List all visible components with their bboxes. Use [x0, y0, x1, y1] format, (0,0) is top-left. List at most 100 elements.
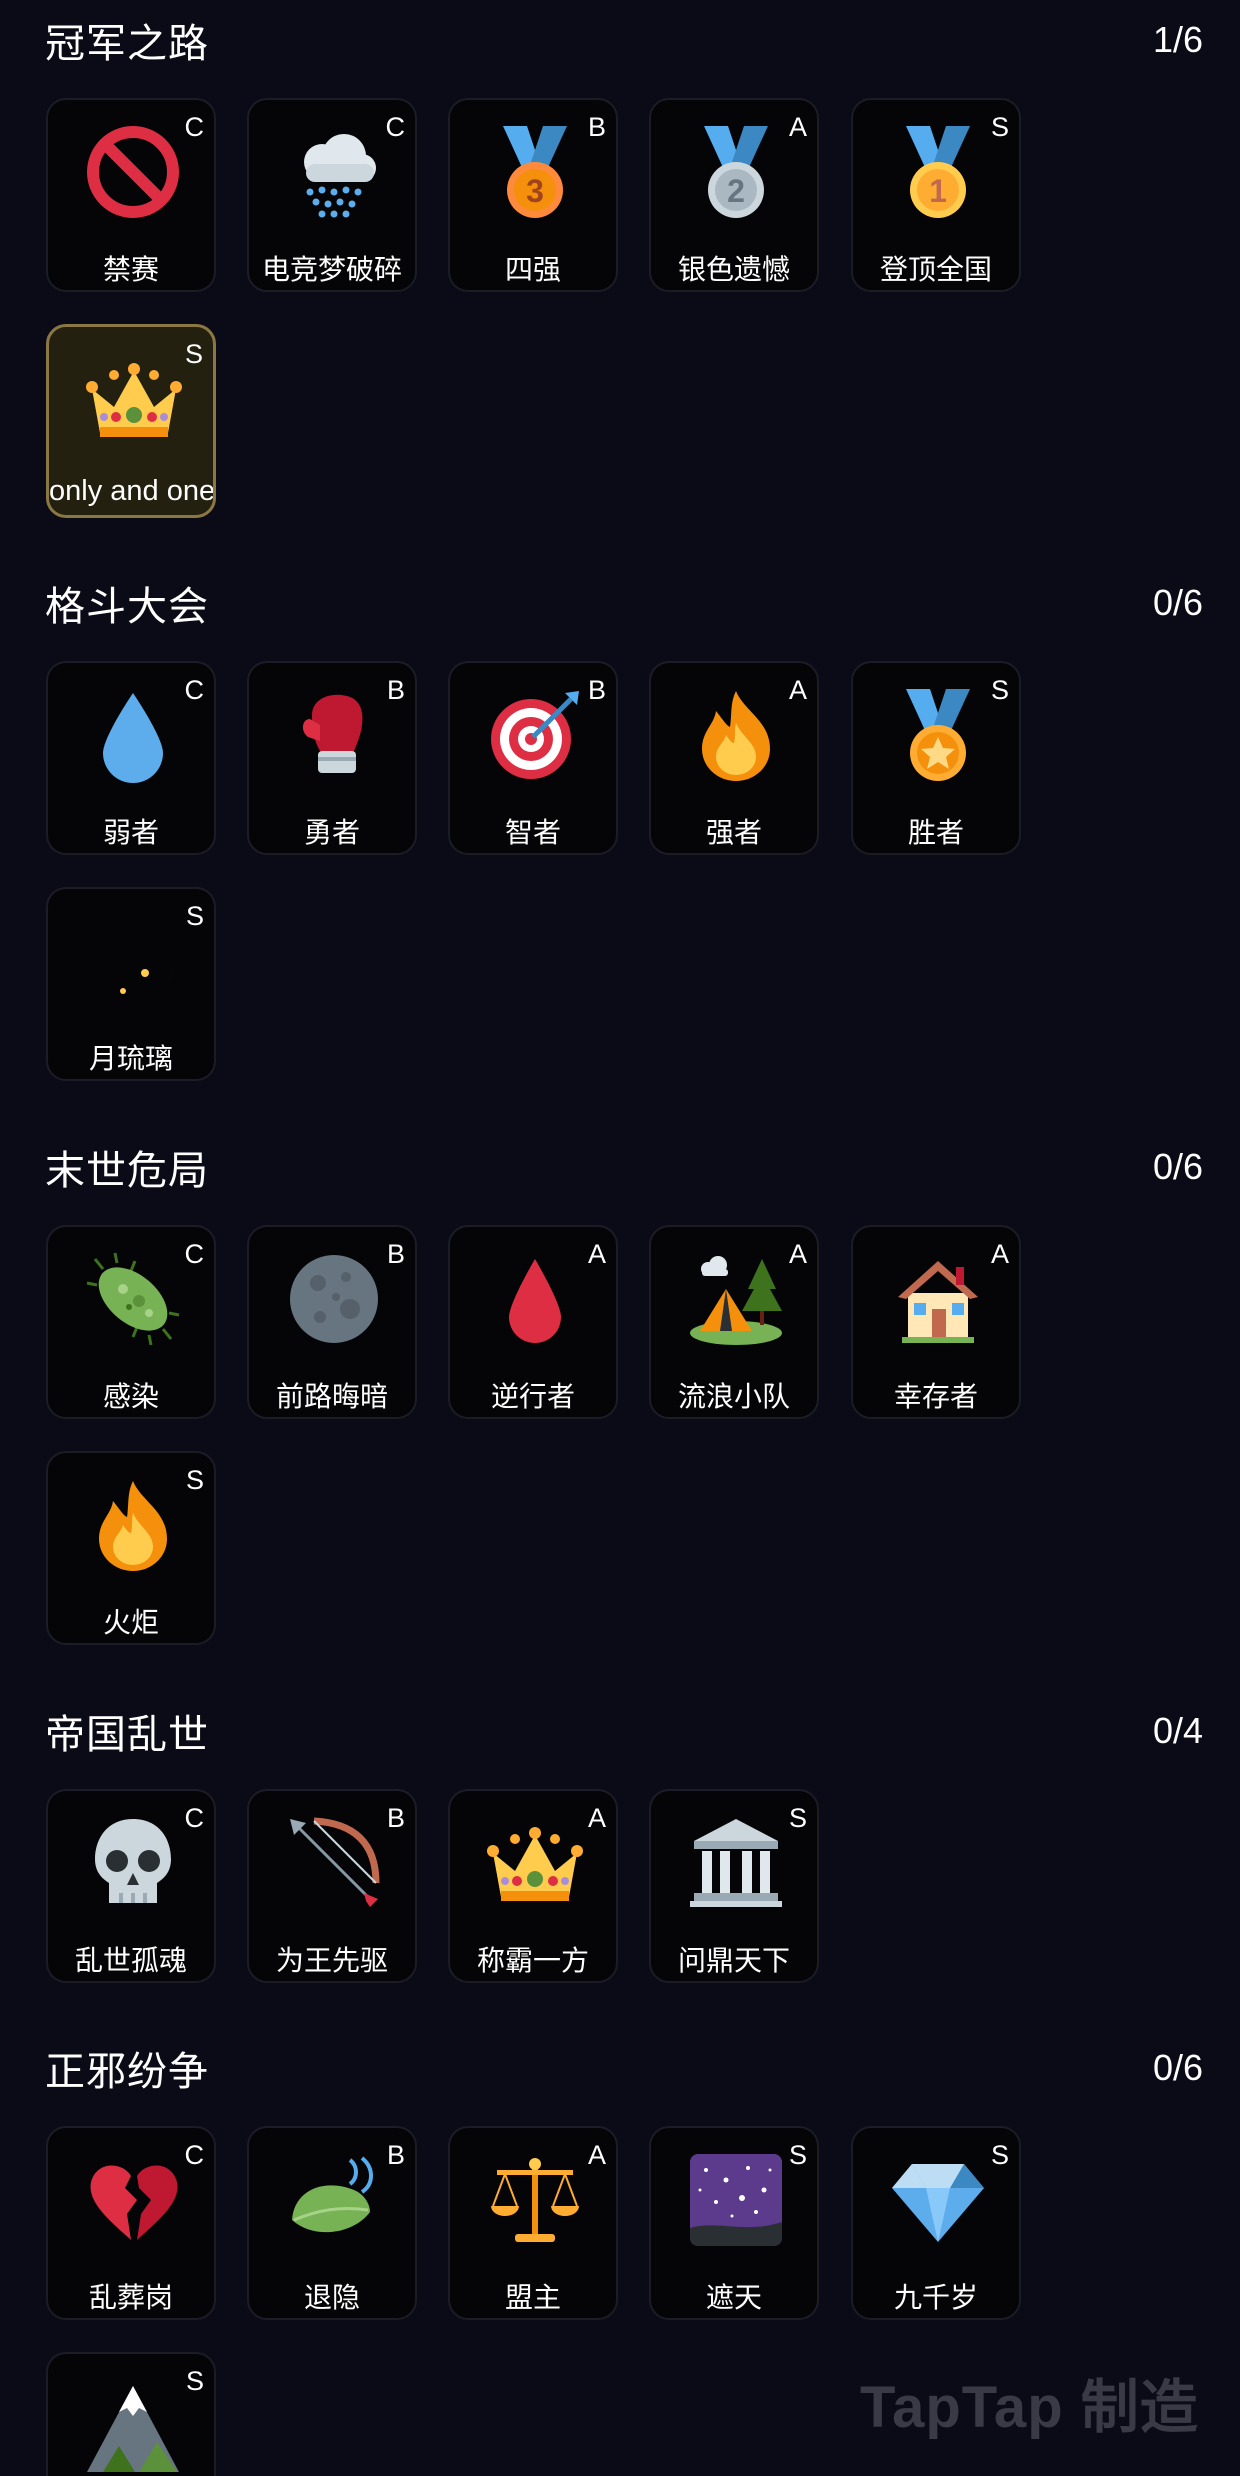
- grade-badge: C: [184, 1803, 205, 1833]
- achievement-label: 遮天: [705, 2281, 762, 2314]
- grade-badge: A: [587, 2140, 606, 2170]
- grade-badge: S: [990, 2140, 1009, 2170]
- achievement-card[interactable]: C 电竞梦破碎: [247, 98, 417, 292]
- grade-badge: S: [185, 901, 204, 931]
- section-progress: 1/6: [1152, 19, 1203, 60]
- fire-icon: [686, 685, 786, 785]
- crescent-moon-icon: [83, 911, 183, 1011]
- grade-badge: C: [184, 1239, 205, 1269]
- rain-cloud-icon: [284, 122, 384, 222]
- grade-badge: C: [184, 2140, 205, 2170]
- achievement-card[interactable]: C 乱葬岗: [46, 2126, 216, 2320]
- grade-badge: B: [587, 675, 606, 705]
- achievement-label: only and one: [49, 475, 216, 507]
- section-header: 正邪纷争 0/6: [45, 2038, 1203, 2098]
- balance-scale-icon: [485, 2150, 585, 2250]
- achievement-label: 逆行者: [490, 1380, 575, 1413]
- achievement-card[interactable]: B 智者: [448, 661, 618, 855]
- house-icon: [888, 1249, 988, 1349]
- grade-badge: C: [385, 112, 406, 142]
- achievement-card[interactable]: A 盟主: [448, 2126, 618, 2320]
- bronze-medal-icon: 3: [485, 122, 585, 222]
- achievement-label: 乱葬岗: [88, 2281, 173, 2314]
- achievement-label: 称霸一方: [476, 1944, 589, 1977]
- grade-badge: C: [184, 112, 205, 142]
- achievement-label: 登顶全国: [879, 253, 992, 286]
- achievement-card[interactable]: B 3 四强: [448, 98, 618, 292]
- blood-drop-icon: [485, 1249, 585, 1349]
- bow-and-arrow-icon: [284, 1813, 384, 1913]
- achievement-label: 流浪小队: [677, 1380, 790, 1413]
- achievement-label: 盟主: [504, 2281, 561, 2314]
- skull-icon: [83, 1813, 183, 1913]
- section-progress: 0/4: [1152, 1710, 1203, 1751]
- classical-building-icon: [686, 1813, 786, 1913]
- grade-badge: S: [990, 675, 1009, 705]
- achievement-card[interactable]: A 强者: [649, 661, 819, 855]
- achievement-card[interactable]: S: [46, 2352, 216, 2476]
- grade-badge: A: [587, 1803, 606, 1833]
- achievement-label: 九千岁: [893, 2281, 978, 2314]
- grade-badge: A: [788, 112, 807, 142]
- achievement-card[interactable]: C 感染: [46, 1225, 216, 1419]
- achievement-card[interactable]: C 乱世孤魂: [46, 1789, 216, 1983]
- achievement-card[interactable]: C 禁赛: [46, 98, 216, 292]
- achievement-card[interactable]: A 幸存者: [851, 1225, 1021, 1419]
- achievement-card[interactable]: B 为王先驱: [247, 1789, 417, 1983]
- achievement-label: 智者: [504, 816, 561, 849]
- achievement-card[interactable]: S 九千岁: [851, 2126, 1021, 2320]
- section-header: 帝国乱世 0/4: [45, 1701, 1203, 1761]
- mountain-icon: [83, 2376, 183, 2476]
- achievement-label: 四强: [504, 253, 561, 286]
- leaf-wind-icon: [284, 2150, 384, 2250]
- achievement-card[interactable]: S 火炬: [46, 1451, 216, 1645]
- silver-medal-icon: 2: [686, 122, 786, 222]
- section-header: 冠军之路 1/6: [45, 10, 1203, 70]
- achievement-card[interactable]: S 遮天: [649, 2126, 819, 2320]
- section-title: 格斗大会: [45, 584, 209, 630]
- achievement-card[interactable]: Sonly and one: [46, 324, 216, 518]
- achievement-label: 月琉璃: [88, 1042, 173, 1075]
- section-title: 帝国乱世: [45, 1712, 209, 1758]
- achievement-card[interactable]: S 问鼎天下: [649, 1789, 819, 1983]
- achievement-card[interactable]: B 退隐: [247, 2126, 417, 2320]
- grade-badge: B: [386, 675, 405, 705]
- achievement-card[interactable]: S 月琉璃: [46, 887, 216, 1081]
- grade-badge: S: [990, 112, 1009, 142]
- achievement-label: 问鼎天下: [677, 1944, 790, 1977]
- grade-badge: B: [587, 112, 606, 142]
- droplet-icon: [83, 685, 183, 785]
- grade-badge: A: [788, 1239, 807, 1269]
- section-progress: 0/6: [1152, 2047, 1203, 2088]
- svg-text:3: 3: [526, 173, 544, 209]
- grade-badge: C: [184, 675, 205, 705]
- achievement-card[interactable]: A 2 银色遗憾: [649, 98, 819, 292]
- section-title: 冠军之路: [45, 21, 209, 67]
- broken-heart-icon: [83, 2150, 183, 2250]
- achievement-label: 为王先驱: [275, 1944, 388, 1977]
- crown-icon: [485, 1813, 585, 1913]
- achievement-label: 火炬: [102, 1606, 159, 1639]
- grade-badge: S: [185, 1465, 204, 1495]
- gold-medal-icon: 1: [888, 122, 988, 222]
- grade-badge: S: [788, 2140, 807, 2170]
- achievement-page: 冠军之路 1/6 C 禁赛 C 电竞梦破碎 B 3 四强 A 2 银色遗憾 S 1 登顶全国 Sonly an…: [0, 0, 1240, 2476]
- section-progress: 0/6: [1152, 1146, 1203, 1187]
- achievement-card[interactable]: B 勇者: [247, 661, 417, 855]
- achievement-card[interactable]: A 称霸一方: [448, 1789, 618, 1983]
- section-header: 格斗大会 0/6: [45, 573, 1203, 633]
- achievement-card[interactable]: A 流浪小队: [649, 1225, 819, 1419]
- grade-badge: S: [184, 339, 203, 369]
- svg-text:2: 2: [727, 173, 745, 209]
- grade-badge: A: [990, 1239, 1009, 1269]
- grade-badge: B: [386, 1239, 405, 1269]
- achievement-card[interactable]: C 弱者: [46, 661, 216, 855]
- achievement-card[interactable]: S 1 登顶全国: [851, 98, 1021, 292]
- grade-badge: A: [587, 1239, 606, 1269]
- section-progress: 0/6: [1152, 582, 1203, 623]
- achievement-label: 退隐: [303, 2281, 360, 2314]
- achievement-card[interactable]: B 前路晦暗: [247, 1225, 417, 1419]
- achievement-card[interactable]: A 逆行者: [448, 1225, 618, 1419]
- achievement-card[interactable]: S 胜者: [851, 661, 1021, 855]
- camping-icon: [686, 1249, 786, 1349]
